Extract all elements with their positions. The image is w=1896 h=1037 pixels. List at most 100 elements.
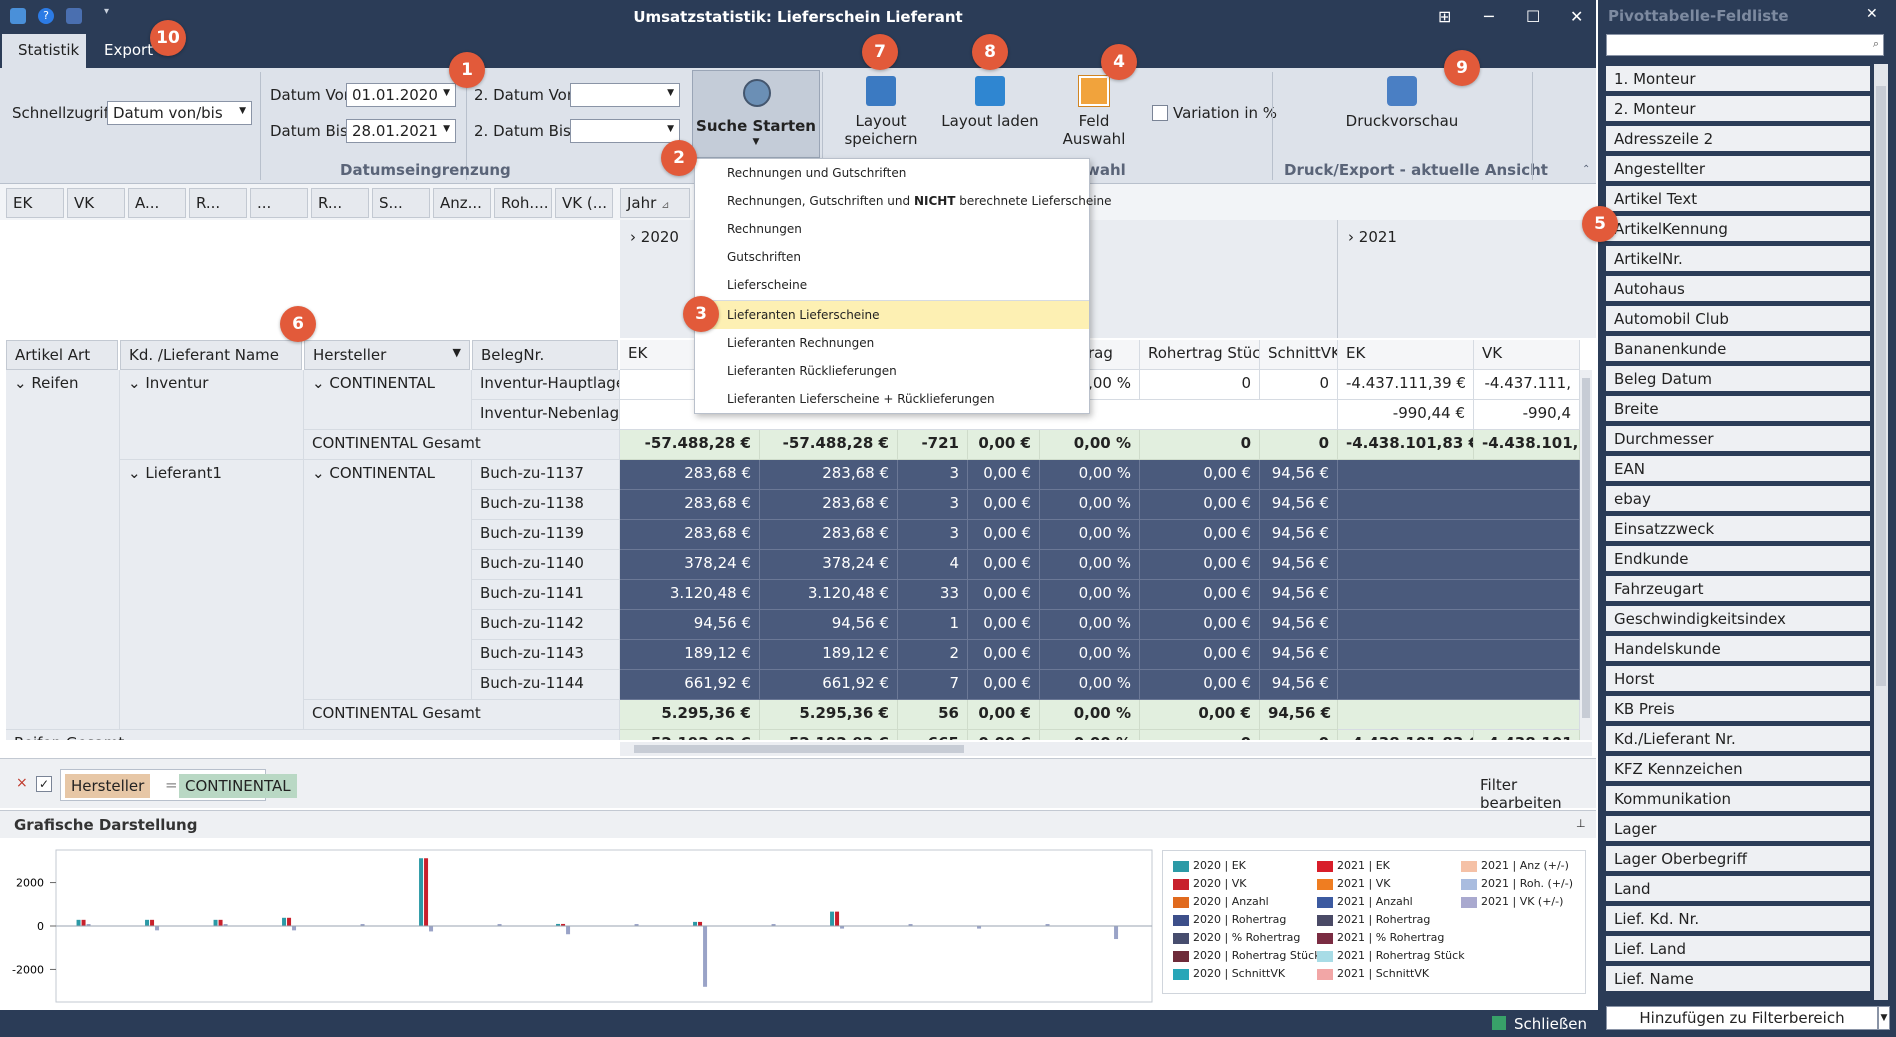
schliessen-button[interactable]: Schließen — [1514, 1015, 1587, 1033]
field-list-item[interactable]: KB Preis — [1606, 696, 1870, 723]
row-header-beleg[interactable]: Buch-zu-1142 — [472, 610, 620, 640]
close-window-button[interactable]: ✕ — [1570, 7, 1583, 26]
field-list-item[interactable]: Handelskunde — [1606, 636, 1870, 663]
scroll-thumb[interactable] — [1582, 378, 1590, 718]
row-header-beleg[interactable]: Buch-zu-1144 — [472, 670, 620, 700]
data-field-button[interactable]: S... — [372, 188, 430, 218]
chart-bar[interactable] — [76, 919, 81, 926]
menu-item[interactable]: Rechnungen, Gutschriften und NICHT berec… — [695, 187, 1112, 215]
field-list-item[interactable]: Horst — [1606, 666, 1870, 693]
suche-starten-button[interactable]: Suche Starten ▼ — [692, 70, 820, 158]
datum-bis-input[interactable]: 28.01.2021 ▼ — [346, 119, 456, 143]
chart-bar[interactable] — [429, 926, 434, 932]
field-list-item[interactable]: Breite — [1606, 396, 1870, 423]
column-field-jahr[interactable]: Jahr ⊿ — [620, 188, 690, 218]
chart-bar[interactable] — [830, 911, 835, 926]
data-field-button[interactable]: A... — [128, 188, 186, 218]
chart-bar[interactable] — [155, 926, 160, 931]
row-header-beleg[interactable]: Inventur-Hauptlager — [472, 370, 620, 400]
pin-icon[interactable]: ⊥ — [1576, 817, 1586, 830]
field-list-scrollbar[interactable] — [1874, 64, 1888, 1000]
value-header-ek-2021[interactable]: EK — [1338, 340, 1474, 370]
field-list-item[interactable]: Durchmesser — [1606, 426, 1870, 453]
field-list-item[interactable]: Artikel Text — [1606, 186, 1870, 213]
row-header-lieferant1[interactable]: ⌄ Lieferant1 — [120, 460, 304, 730]
chart-bar[interactable] — [150, 919, 155, 926]
filter-expression[interactable]: Hersteller = CONTINENTAL — [60, 769, 297, 801]
filter-enabled-checkbox[interactable]: ✓ — [36, 776, 52, 792]
chart-bar[interactable] — [81, 919, 86, 926]
chart-bar[interactable] — [145, 919, 150, 926]
collapse-ribbon-icon[interactable]: ⌃ — [1582, 164, 1590, 175]
chart-bar[interactable] — [1114, 926, 1119, 940]
field-list-item[interactable]: Fahrzeugart — [1606, 576, 1870, 603]
chart-bar[interactable] — [693, 921, 698, 926]
row-header-beleg[interactable]: Buch-zu-1139 — [472, 520, 620, 550]
row-header-total[interactable]: CONTINENTAL Gesamt — [304, 700, 620, 730]
value-header-vk-2021[interactable]: VK — [1474, 340, 1580, 370]
scroll-thumb[interactable] — [634, 745, 964, 753]
add-to-filter-button[interactable]: Hinzufügen zu Filterbereich — [1606, 1006, 1878, 1030]
field-list-item[interactable]: ArtikelNr. — [1606, 246, 1870, 273]
clear-filter-icon[interactable]: × — [16, 775, 28, 791]
row-header-beleg[interactable]: Inventur-Nebenlager — [472, 400, 620, 430]
field-list-item[interactable]: ebay — [1606, 486, 1870, 513]
field-list-item[interactable]: Einsatzzweck — [1606, 516, 1870, 543]
menu-item[interactable]: Lieferscheine — [695, 271, 1089, 299]
row-header-beleg[interactable]: Buch-zu-1143 — [472, 640, 620, 670]
field-list-item[interactable]: 2. Monteur — [1606, 96, 1870, 123]
row-header-beleg[interactable]: Buch-zu-1141 — [472, 580, 620, 610]
row-header-reifen[interactable]: ⌄ Reifen — [6, 370, 120, 730]
row-header-inventur[interactable]: ⌄ Inventur — [120, 370, 304, 460]
chart-bar[interactable] — [218, 919, 223, 926]
maximize-button[interactable]: ☐ — [1526, 7, 1540, 26]
grid-vertical-scrollbar[interactable] — [1580, 370, 1592, 740]
field-list-item[interactable]: Lager Oberbegriff — [1606, 846, 1870, 873]
feld-auswahl-button[interactable]: Feld Auswahl — [1046, 75, 1142, 148]
datum-von-input[interactable]: 01.01.2020 ▼ — [346, 83, 456, 107]
minimize-button[interactable]: ─ — [1484, 7, 1494, 26]
filter-icon[interactable]: ▼ — [453, 346, 461, 359]
field-list-item[interactable]: Lief. Name — [1606, 966, 1870, 993]
data-field-button[interactable]: Roh.... — [494, 188, 552, 218]
row-field-belegnr[interactable]: BelegNr. — [472, 340, 618, 370]
layout-icon[interactable]: ⊞ — [1438, 7, 1451, 26]
grid-horizontal-scrollbar[interactable] — [620, 742, 1592, 756]
close-panel-icon[interactable]: ✕ — [1866, 6, 1878, 22]
field-list-item[interactable]: Adresszeile 2 — [1606, 126, 1870, 153]
field-list-item[interactable]: Lief. Kd. Nr. — [1606, 906, 1870, 933]
row-header-total[interactable]: CONTINENTAL Gesamt — [304, 430, 620, 460]
field-list-item[interactable]: Kommunikation — [1606, 786, 1870, 813]
menu-item[interactable]: Lieferanten Rechnungen — [695, 329, 1089, 357]
field-list-item[interactable]: Endkunde — [1606, 546, 1870, 573]
data-field-button[interactable]: R... — [189, 188, 247, 218]
datum2-bis-input[interactable]: ▼ — [570, 119, 680, 143]
field-list-item[interactable]: Geschwindigkeitsindex — [1606, 606, 1870, 633]
row-header-hersteller[interactable]: ⌄ CONTINENTAL — [304, 460, 472, 700]
row-field-artikel-art[interactable]: Artikel Art — [6, 340, 118, 370]
menu-item[interactable]: Rechnungen und Gutschriften — [695, 159, 1089, 187]
druckvorschau-button[interactable]: Druckvorschau — [1340, 76, 1464, 130]
chart-bar[interactable] — [566, 926, 571, 935]
chart-bar[interactable] — [835, 911, 840, 926]
schnellzugriff-select[interactable]: Datum von/bis ▼ — [107, 101, 252, 125]
chart-bar[interactable] — [419, 858, 424, 926]
chart-bar[interactable] — [424, 858, 429, 926]
chart-bar[interactable] — [292, 926, 297, 931]
chart-bar[interactable] — [282, 917, 287, 926]
field-list-item[interactable]: Kd./Lieferant Nr. — [1606, 726, 1870, 753]
data-field-button[interactable]: VK — [67, 188, 125, 218]
chart-bar[interactable] — [698, 921, 703, 926]
datum2-von-input[interactable]: ▼ — [570, 83, 680, 107]
field-list-item[interactable]: Automobil Club — [1606, 306, 1870, 333]
field-list-item[interactable]: Land — [1606, 876, 1870, 903]
field-list-item[interactable]: EAN — [1606, 456, 1870, 483]
menu-item[interactable]: Lieferanten Lieferscheine + Rücklieferun… — [695, 385, 1089, 413]
menu-item[interactable]: Rechnungen — [695, 215, 1089, 243]
field-list-item[interactable]: KFZ Kennzeichen — [1606, 756, 1870, 783]
menu-item[interactable]: Gutschriften — [695, 243, 1089, 271]
row-header-beleg[interactable]: Buch-zu-1138 — [472, 490, 620, 520]
field-list-item[interactable]: Bananenkunde — [1606, 336, 1870, 363]
row-field-hersteller[interactable]: Hersteller ▼ — [304, 340, 470, 370]
chart-bar[interactable] — [703, 926, 708, 987]
